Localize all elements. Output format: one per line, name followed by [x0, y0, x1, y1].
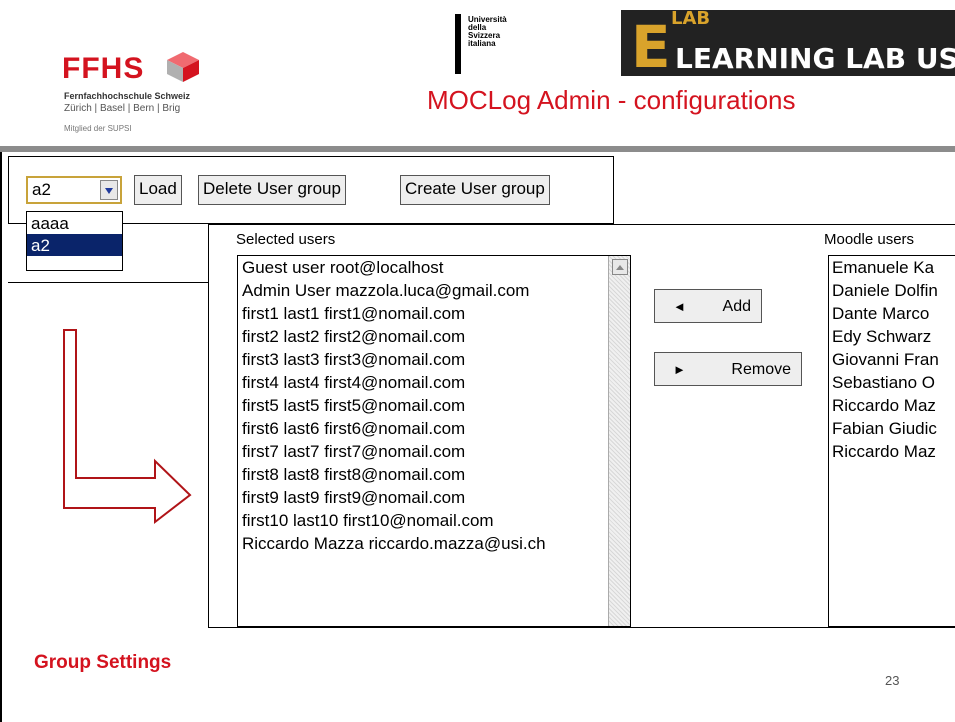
list-item[interactable]: first7 last7 first7@nomail.com: [238, 440, 630, 463]
slide-header: FFHS Fernfachhochschule Schweiz Zürich |…: [0, 0, 955, 148]
remove-button-label: Remove: [731, 361, 791, 378]
ffhs-logo-mark-icon: [167, 52, 199, 82]
list-item[interactable]: first10 last10 first10@nomail.com: [238, 509, 630, 532]
list-item[interactable]: Emanuele Ka: [829, 256, 955, 279]
usi-logo-text: Università della Svizzera italiana: [468, 16, 528, 48]
list-item[interactable]: Guest user root@localhost: [238, 256, 630, 279]
list-item[interactable]: Giovanni Fran: [829, 348, 955, 371]
add-button-label: Add: [722, 298, 751, 315]
list-item[interactable]: Admin User mazzola.luca@gmail.com: [238, 279, 630, 302]
list-item[interactable]: Dante Marco: [829, 302, 955, 325]
list-item[interactable]: first5 last5 first5@nomail.com: [238, 394, 630, 417]
ffhs-subtitle: Fernfachhochschule Schweiz: [64, 91, 191, 101]
group-select[interactable]: a2: [26, 176, 122, 204]
selected-users-items: Guest user root@localhost Admin User maz…: [238, 256, 630, 555]
page-title: MOCLog Admin - configurations: [427, 85, 796, 115]
moodle-users-label: Moodle users: [824, 231, 915, 248]
list-item[interactable]: first6 last6 first6@nomail.com: [238, 417, 630, 440]
moodle-users-list[interactable]: Emanuele Ka Daniele Dolfin Dante Marco E…: [828, 255, 955, 627]
list-item[interactable]: Edy Schwarz: [829, 325, 955, 348]
elearning-lab-lab: LAB: [671, 10, 711, 29]
page-number: 23: [885, 673, 900, 688]
load-button[interactable]: Load: [134, 175, 182, 205]
ffhs-member-note: Mitglied der SUPSI: [64, 124, 132, 133]
list-item[interactable]: Riccardo Mazza riccardo.mazza@usi.ch: [238, 532, 630, 555]
group-settings-heading: Group Settings: [34, 652, 172, 673]
ffhs-logo: FFHS: [62, 52, 145, 85]
list-item[interactable]: first4 last4 first4@nomail.com: [238, 371, 630, 394]
add-button[interactable]: ◄ Add: [654, 289, 762, 323]
selected-users-label: Selected users: [236, 231, 336, 248]
usi-line: italiana: [468, 39, 496, 48]
group-select-dropdown: aaaa a2: [26, 211, 123, 271]
header-divider: [0, 146, 955, 152]
list-item[interactable]: Sebastiano O: [829, 371, 955, 394]
dropdown-option[interactable]: aaaa: [27, 212, 122, 234]
list-item[interactable]: first2 last2 first2@nomail.com: [238, 325, 630, 348]
arrow-left-icon: ◄: [673, 299, 686, 314]
list-item[interactable]: first9 last9 first9@nomail.com: [238, 486, 630, 509]
list-item[interactable]: Riccardo Maz: [829, 394, 955, 417]
annotation-arrow-icon: [63, 329, 192, 525]
list-item[interactable]: first1 last1 first1@nomail.com: [238, 302, 630, 325]
arrow-right-icon: ►: [673, 362, 686, 377]
dropdown-option-selected[interactable]: a2: [27, 234, 122, 256]
selected-users-scrollbar[interactable]: [608, 256, 630, 626]
list-item[interactable]: Daniele Dolfin: [829, 279, 955, 302]
remove-button[interactable]: ► Remove: [654, 352, 802, 386]
selected-users-list[interactable]: Guest user root@localhost Admin User maz…: [237, 255, 631, 627]
list-item[interactable]: Fabian Giudic: [829, 417, 955, 440]
elearning-lab-e: E: [631, 13, 671, 76]
group-select-value: a2: [32, 180, 51, 199]
usi-logo-bar: [455, 14, 461, 74]
list-item[interactable]: first3 last3 first3@nomail.com: [238, 348, 630, 371]
list-item[interactable]: first8 last8 first8@nomail.com: [238, 463, 630, 486]
list-item[interactable]: Riccardo Maz: [829, 440, 955, 463]
delete-user-group-button[interactable]: Delete User group: [198, 175, 346, 205]
elearning-lab-logo: E LAB LEARNING LAB US: [621, 10, 955, 76]
chevron-down-icon[interactable]: [100, 180, 118, 200]
ffhs-locations: Zürich | Basel | Bern | Brig: [64, 103, 181, 114]
elearning-lab-main: LEARNING LAB US: [675, 42, 955, 75]
toolbar-bottom-line: [8, 282, 208, 283]
create-user-group-button[interactable]: Create User group: [400, 175, 550, 205]
scroll-up-icon[interactable]: [612, 259, 628, 275]
